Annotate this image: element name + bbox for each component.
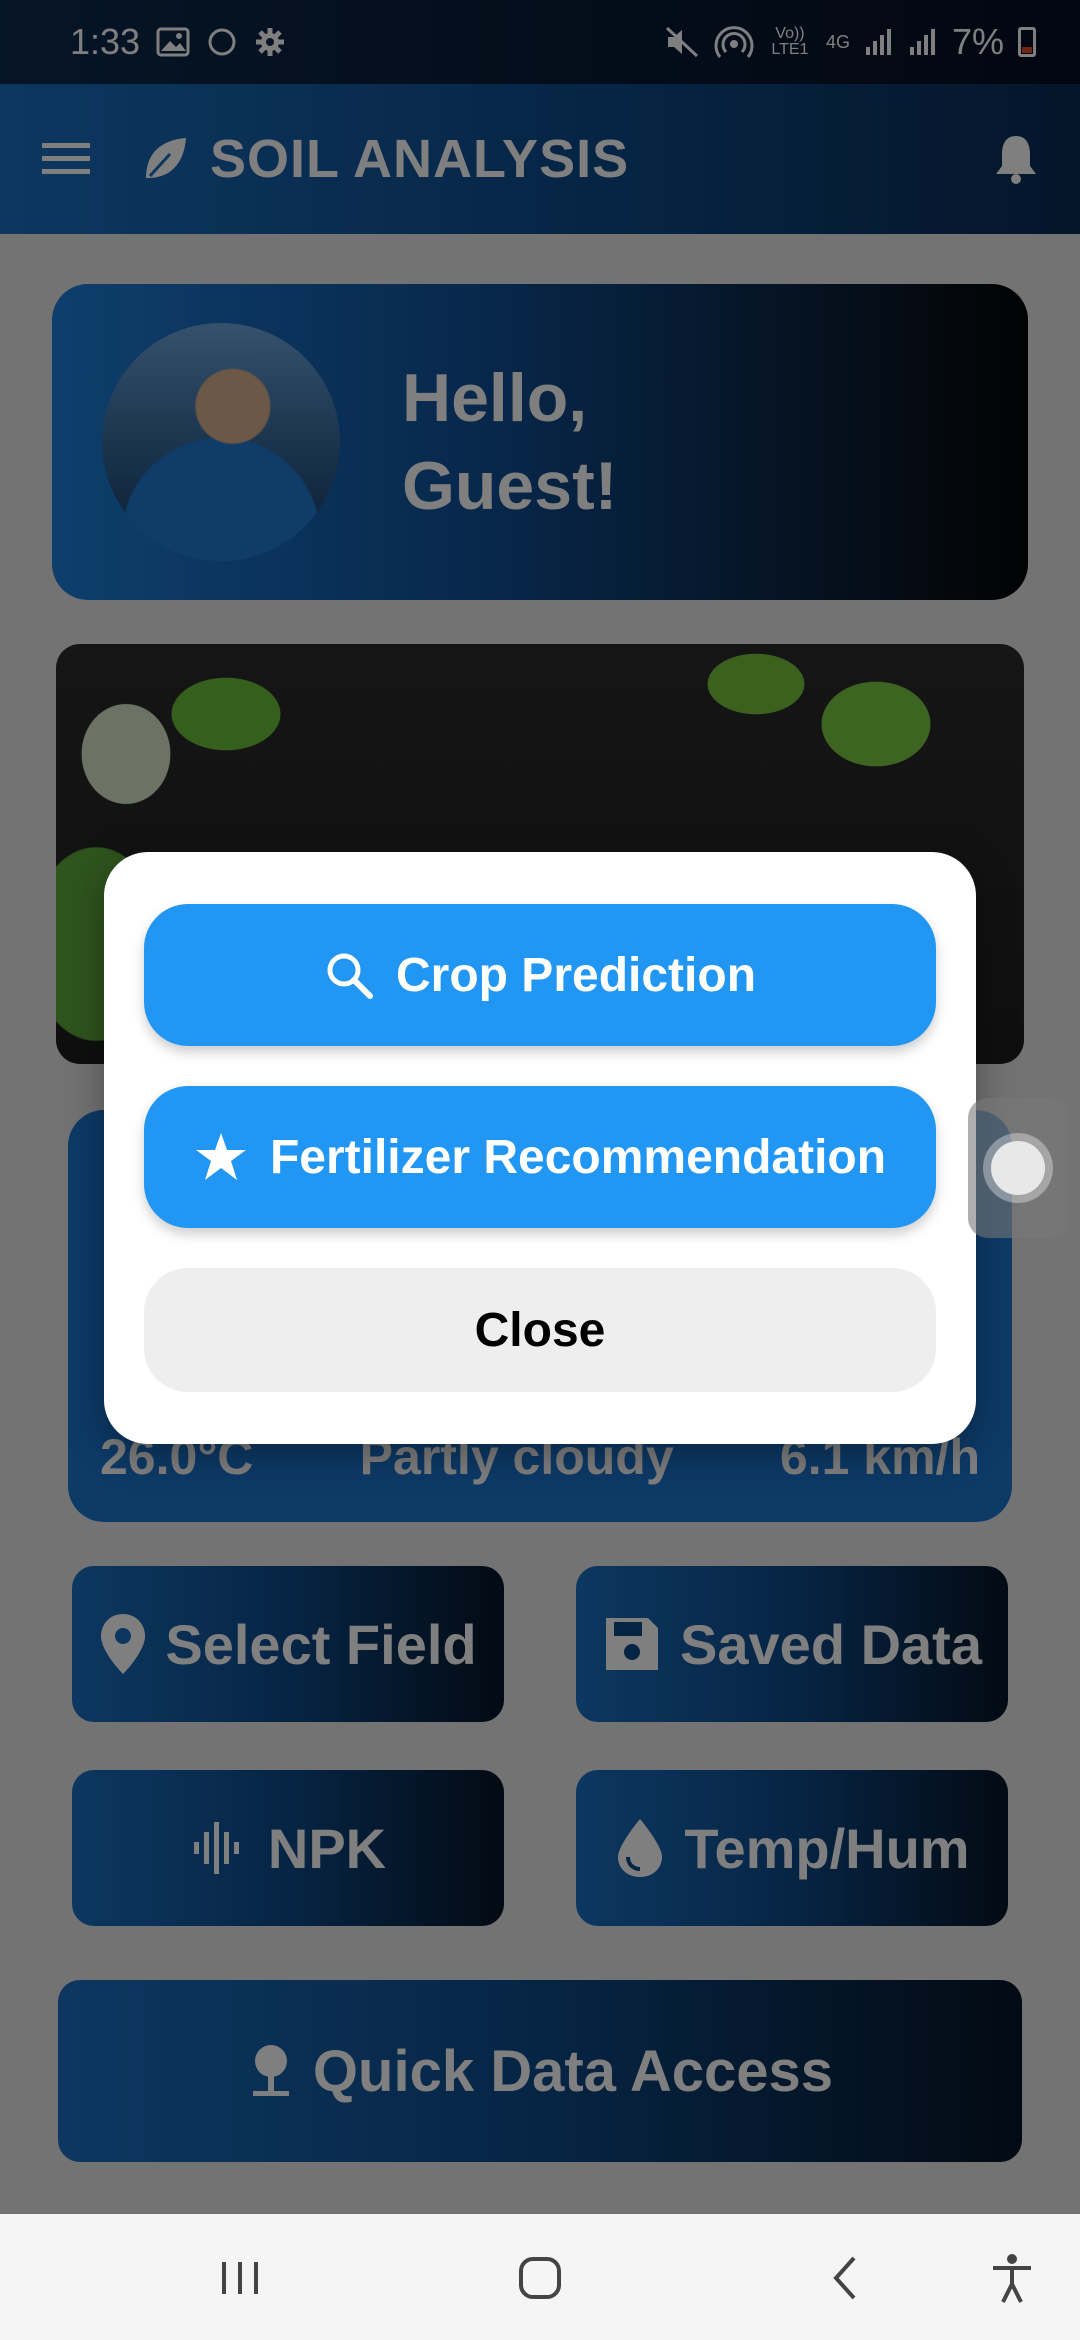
fertilizer-recommendation-button[interactable]: Fertilizer Recommendation — [144, 1086, 936, 1228]
crop-prediction-label: Crop Prediction — [395, 948, 757, 1002]
home-icon[interactable] — [510, 2252, 570, 2304]
search-icon — [324, 950, 374, 1000]
fertilizer-recommendation-label: Fertilizer Recommendation — [269, 1130, 887, 1184]
system-nav-bar — [0, 2214, 1080, 2340]
crop-prediction-button[interactable]: Crop Prediction — [144, 904, 936, 1046]
close-button[interactable]: Close — [144, 1268, 936, 1392]
back-icon[interactable] — [814, 2252, 874, 2304]
star-icon — [194, 1131, 248, 1183]
floating-assistant-button[interactable] — [968, 1098, 1068, 1238]
assistant-dot-icon — [991, 1141, 1045, 1195]
action-dialog: Crop Prediction Fertilizer Recommendatio… — [104, 852, 976, 1444]
recent-apps-icon[interactable] — [210, 2252, 270, 2304]
accessibility-icon[interactable] — [982, 2252, 1042, 2304]
close-label: Close — [474, 1303, 606, 1357]
